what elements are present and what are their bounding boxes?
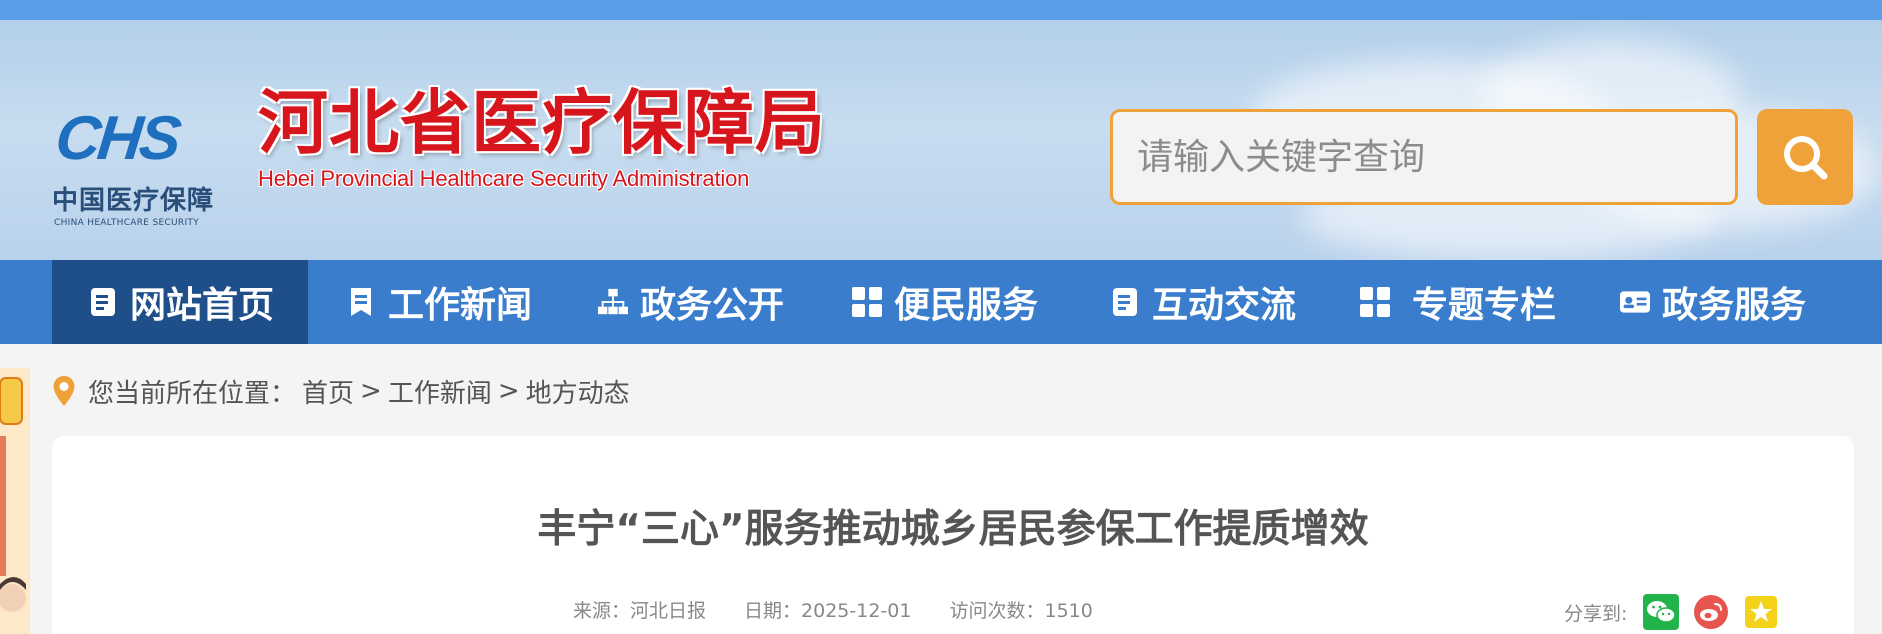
bookmark-icon <box>346 287 376 317</box>
nav-item-label: 网站首页 <box>130 285 275 326</box>
chs-logo[interactable]: CHS 中国医疗保障 CHINA HEALTHCARE SECURITY <box>52 90 222 228</box>
nav-item-news[interactable]: 工作新闻 <box>346 260 532 344</box>
document-icon <box>1110 287 1140 317</box>
location-pin-icon <box>53 376 75 406</box>
nav-item-services[interactable]: 便民服务 <box>852 260 1038 344</box>
chs-logo-en: CHINA HEALTHCARE SECURITY <box>54 218 200 228</box>
source-value: 河北日报 <box>630 600 707 622</box>
share-wechat-button[interactable] <box>1643 594 1680 630</box>
visits-value: 1510 <box>1044 600 1093 622</box>
top-strip <box>0 0 1882 20</box>
sitemap-icon <box>598 287 628 317</box>
id-card-icon <box>1620 287 1650 317</box>
share-bar: 分享到: <box>1564 594 1779 630</box>
site-title[interactable]: 河北省医疗保障局 Hebei Provincial Healthcare Sec… <box>258 88 826 192</box>
article-card: 丰宁“三心”服务推动城乡居民参保工作提质增效 来源：河北日报 日期：2025-1… <box>52 436 1854 634</box>
breadcrumb-news[interactable]: 工作新闻 <box>388 373 492 410</box>
breadcrumb-prefix: 您当前所在位置： <box>88 378 297 409</box>
source-label: 来源： <box>573 600 631 622</box>
site-title-en: Hebei Provincial Healthcare Security Adm… <box>258 166 750 191</box>
nav-item-gov-open[interactable]: 政务公开 <box>598 260 784 344</box>
chs-logo-mark: CHS <box>52 104 182 173</box>
article-date: 日期：2025-12-01 <box>744 596 911 623</box>
nav-item-label: 工作新闻 <box>388 285 533 326</box>
nav-item-label: 政务服务 <box>1662 285 1807 326</box>
nav-item-interaction[interactable]: 互动交流 <box>1110 260 1296 344</box>
grid-icon <box>852 287 882 317</box>
search-icon <box>1784 136 1828 180</box>
breadcrumb-separator: > <box>497 376 520 406</box>
main-nav: 网站首页 工作新闻 政务公开 便民服务 互动交流 专题专栏 政务服务 <box>0 260 1882 344</box>
breadcrumb-local[interactable]: 地方动态 <box>526 373 630 410</box>
breadcrumb-home[interactable]: 首页 <box>302 373 354 410</box>
weibo-icon <box>1694 595 1729 629</box>
date-value: 2025-12-01 <box>801 600 912 622</box>
visits-label: 访问次数： <box>949 600 1045 622</box>
share-qzone-button[interactable] <box>1743 594 1779 630</box>
nav-item-home[interactable]: 网站首页 <box>52 260 308 344</box>
nav-item-topics[interactable]: 专题专栏 <box>1360 260 1556 344</box>
nav-item-label: 政务公开 <box>640 285 785 326</box>
nav-item-gov-services[interactable]: 政务服务 <box>1620 260 1806 344</box>
wechat-icon <box>1643 594 1680 630</box>
site-header: CHS 中国医疗保障 CHINA HEALTHCARE SECURITY 河北省… <box>0 20 1882 260</box>
nav-item-label: 互动交流 <box>1152 285 1297 326</box>
grid-icon <box>1360 287 1390 317</box>
article-meta: 来源：河北日报 日期：2025-12-01 访问次数：1510 <box>573 596 1093 623</box>
chs-logo-cn: 中国医疗保障 <box>52 186 215 216</box>
article-title: 丰宁“三心”服务推动城乡居民参保工作提质增效 <box>537 507 1369 552</box>
nav-item-label: 便民服务 <box>894 285 1039 326</box>
breadcrumb: 您当前所在位置： 首页 > 工作新闻 > 地方动态 <box>52 366 630 416</box>
search-button[interactable] <box>1757 109 1853 205</box>
date-label: 日期： <box>744 600 802 622</box>
breadcrumb-separator: > <box>360 376 382 406</box>
document-icon <box>88 287 118 317</box>
article-visits: 访问次数：1510 <box>949 596 1092 623</box>
article-source: 来源：河北日报 <box>573 596 706 623</box>
share-label: 分享到: <box>1564 602 1628 625</box>
nav-item-label: 专题专栏 <box>1412 285 1557 326</box>
site-title-cn: 河北省医疗保障局 <box>258 82 826 164</box>
floating-ad-banner[interactable] <box>0 368 30 634</box>
qzone-icon <box>1745 596 1778 628</box>
search-input[interactable] <box>1110 109 1738 205</box>
share-weibo-button[interactable] <box>1693 594 1729 630</box>
